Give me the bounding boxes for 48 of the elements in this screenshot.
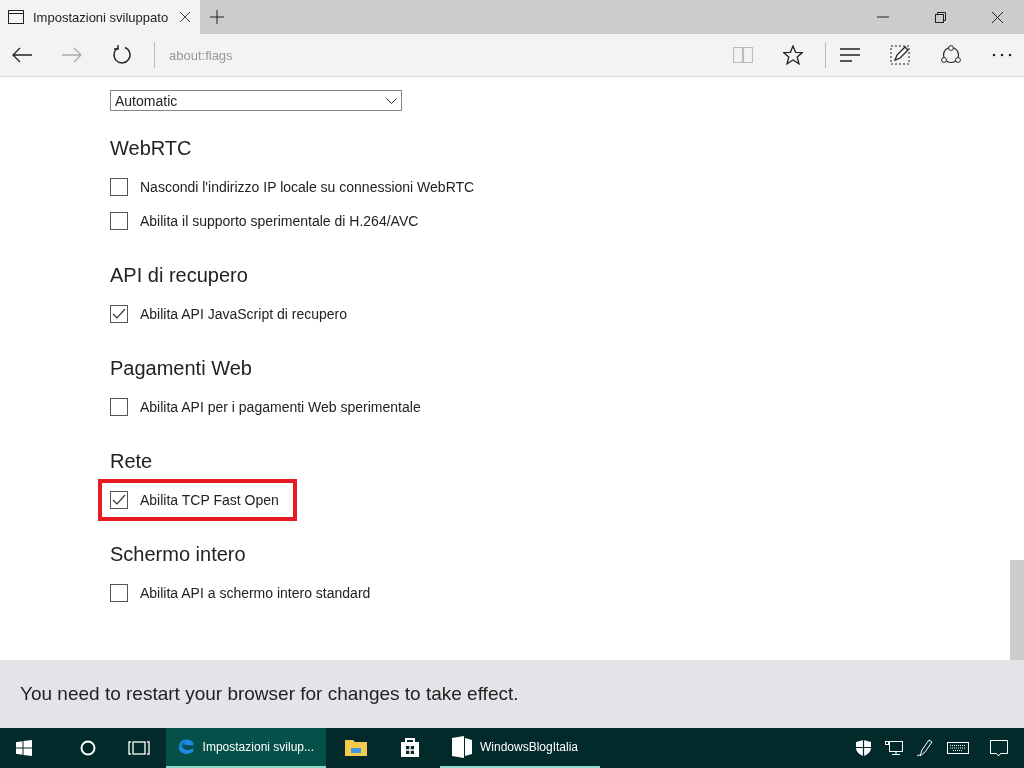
checkbox-label[interactable]: Abilita API per i pagamenti Web sperimentale [140, 399, 421, 415]
checkbox[interactable] [110, 178, 128, 196]
taskbar-app[interactable]: Impostazioni svilup... [166, 728, 326, 768]
refresh-icon[interactable] [112, 45, 132, 65]
checkbox[interactable] [110, 491, 128, 509]
section-heading: Schermo intero [110, 543, 247, 566]
restore-icon[interactable] [935, 11, 946, 23]
section-heading: WebRTC [110, 137, 193, 160]
pen-note-icon[interactable] [890, 45, 910, 65]
more-icon[interactable] [992, 53, 1012, 57]
new-tab-icon[interactable] [210, 10, 224, 24]
checkbox-label[interactable]: Abilita API JavaScript di recupero [140, 306, 347, 322]
tab-page-icon [8, 10, 24, 24]
checkbox[interactable] [110, 305, 128, 323]
close-tab-icon[interactable] [180, 12, 190, 22]
checkbox-label[interactable]: Abilita API a schermo intero standard [140, 585, 371, 601]
checkbox[interactable] [110, 212, 128, 230]
scrollbar-thumb[interactable] [1010, 560, 1024, 660]
checkbox[interactable] [110, 398, 128, 416]
checkbox-label[interactable]: Abilita il supporto sperimentale di H.264/AVC [140, 213, 419, 229]
section-heading: Rete [110, 450, 154, 473]
chevron-down-icon [386, 97, 397, 104]
folder-icon [345, 738, 367, 756]
monitor-icon[interactable] [885, 741, 903, 755]
restart-message: You need to restart your browser for changes to take effect. [20, 683, 519, 705]
taskbar-app[interactable]: WindowsBlogItalia [440, 728, 600, 768]
hub-lines-icon[interactable] [840, 48, 860, 62]
checkbox-label[interactable]: Abilita TCP Fast Open [140, 492, 279, 508]
checkbox[interactable] [110, 584, 128, 602]
window-pane-icon [452, 736, 472, 758]
pen-icon[interactable] [917, 739, 933, 757]
star-icon[interactable] [783, 45, 803, 65]
share-icon[interactable] [940, 45, 962, 65]
close-icon[interactable] [992, 11, 1003, 23]
browser-tab[interactable]: Impostazioni sviluppato [0, 0, 200, 34]
task-view-icon[interactable] [128, 741, 150, 755]
checkbox-label[interactable]: Nascondi l'indirizzo IP locale su connessioni WebRTC [140, 179, 475, 195]
shopping-bag-icon [400, 736, 420, 758]
e-logo-icon [178, 737, 195, 757]
shield-icon[interactable] [856, 740, 871, 756]
search-icon[interactable] [80, 740, 96, 756]
keyboard-icon[interactable] [947, 742, 969, 754]
section-heading: API di recupero [110, 264, 249, 287]
windows-logo-icon[interactable] [16, 740, 32, 756]
section-heading: Pagamenti Web [110, 357, 253, 380]
speech-bubble-icon[interactable] [990, 739, 1008, 757]
back-arrow-icon[interactable] [12, 47, 32, 63]
dropdown[interactable]: Automatic [110, 90, 402, 111]
